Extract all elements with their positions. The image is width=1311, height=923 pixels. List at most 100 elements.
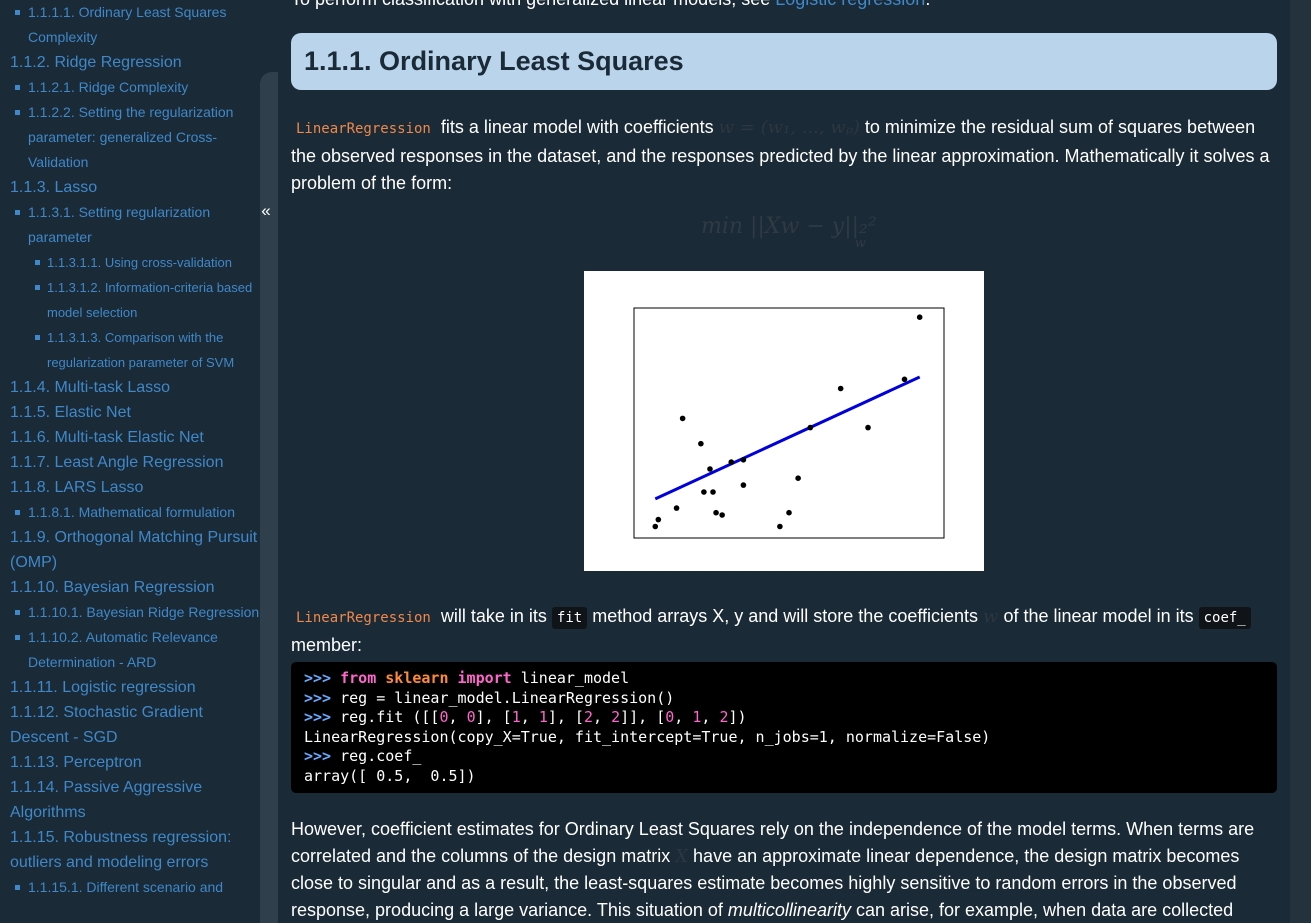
code-number: 0: [665, 708, 675, 726]
code-text: linear_model: [511, 669, 630, 687]
code-text: ]], [: [620, 708, 666, 726]
code-text: ,: [701, 708, 720, 726]
code-module: sklearn: [385, 669, 449, 687]
p2-text-2: method arrays X, y and will store the co…: [587, 606, 984, 626]
coefficients-math: w = (w₁, ..., wₚ): [718, 117, 860, 138]
toc-item[interactable]: 1.1.2.1. Ridge Complexity: [0, 75, 260, 100]
toc-item[interactable]: 1.1.12. Stochastic Gradient Descent - SG…: [0, 700, 260, 750]
section-heading: 1.1.1. Ordinary Least Squares: [291, 33, 1277, 90]
formula-main: min ||Xw − y||₂²: [701, 214, 877, 239]
code-number: 1: [511, 708, 521, 726]
toc-item[interactable]: 1.1.3.1.1. Using cross-validation: [0, 250, 260, 275]
data-point: [707, 466, 713, 472]
data-point: [740, 482, 747, 488]
toc-item[interactable]: 1.1.10.1. Bayesian Ridge Regression: [0, 600, 260, 625]
code-text: ], [: [475, 708, 512, 726]
toc-item[interactable]: 1.1.7. Least Angle Regression: [0, 450, 260, 475]
data-point: [795, 475, 801, 481]
code-text: ,: [593, 708, 612, 726]
toc-item[interactable]: 1.1.3. Lasso: [0, 175, 260, 200]
code-output: LinearRegression(copy_X=True, fit_interc…: [304, 727, 991, 746]
toc-item[interactable]: 1.1.1.1. Ordinary Least Squares Complexi…: [0, 0, 260, 50]
data-point: [901, 376, 908, 383]
code-text: ,: [448, 708, 467, 726]
code-example: >>> from sklearn import linear_model >>>…: [291, 662, 1277, 793]
data-point: [786, 509, 792, 516]
prompt: >>>: [304, 688, 341, 707]
toc-item[interactable]: 1.1.3.1.2. Information-criteria based mo…: [0, 275, 260, 325]
fit-code: fit: [551, 607, 588, 629]
p2-text-4: member:: [291, 635, 363, 655]
code-keyword: from: [340, 669, 377, 687]
data-point: [673, 505, 680, 511]
data-point: [701, 489, 707, 495]
toc-item[interactable]: 1.1.5. Elastic Net: [0, 400, 260, 425]
code-number: 0: [439, 708, 449, 726]
paragraph-fit-method: LinearRegression will take in its fit me…: [291, 603, 1277, 659]
toc-item[interactable]: 1.1.8. LARS Lasso: [0, 475, 260, 500]
x-math: X: [675, 846, 689, 867]
intro-text: To perform classification with generaliz…: [291, 0, 930, 13]
code-number: 2: [583, 708, 593, 726]
code-output: array([ 0.5, 0.5]): [304, 766, 476, 785]
toc-item[interactable]: 1.1.2.2. Setting the regularization para…: [0, 100, 260, 175]
prompt: >>>: [304, 669, 341, 687]
sidebar-nav: 1.1.1.1. Ordinary Least Squares Complexi…: [0, 0, 260, 923]
toc-item[interactable]: 1.1.4. Multi-task Lasso: [0, 375, 260, 400]
data-point: [710, 489, 716, 495]
p1-text-1: fits a linear model with coefficients: [435, 117, 719, 137]
paragraph-ols-intro: LinearRegression fits a linear model wit…: [291, 114, 1277, 197]
code-number: 2: [611, 708, 621, 726]
collapse-sidebar-icon[interactable]: «: [259, 200, 273, 222]
toc-list: 1.1.1.1. Ordinary Least Squares Complexi…: [0, 0, 260, 900]
data-point: [713, 509, 719, 516]
toc-item[interactable]: 1.1.3.1. Setting regularization paramete…: [0, 200, 260, 250]
linear-regression-link[interactable]: LinearRegression: [291, 121, 436, 137]
code-number: 0: [466, 708, 476, 726]
coef-code: coef_: [1198, 607, 1251, 629]
toc-item[interactable]: 1.1.10.2. Automatic Relevance Determinat…: [0, 625, 260, 675]
code-text: reg.coef_: [340, 747, 422, 765]
toc-item[interactable]: 1.1.3.1.3. Comparison with the regulariz…: [0, 325, 260, 375]
main-content: To perform classification with generaliz…: [291, 0, 1277, 923]
plot-frame: [633, 307, 945, 539]
toc-item[interactable]: 1.1.10. Bayesian Regression: [0, 575, 260, 600]
data-point: [698, 440, 704, 447]
data-point: [655, 516, 662, 523]
data-point: [916, 314, 923, 320]
ols-plot-figure: [584, 271, 984, 571]
logistic-regression-link[interactable]: Logistic regression: [775, 0, 925, 9]
data-point: [652, 523, 659, 530]
data-point: [807, 424, 814, 431]
p2-text-1: will take in its: [435, 606, 552, 626]
toc-item[interactable]: 1.1.15.1. Different scenario and: [0, 875, 260, 900]
toc-item[interactable]: 1.1.9. Orthogonal Matching Pursuit (OMP): [0, 525, 260, 575]
toc-item[interactable]: 1.1.13. Perceptron: [0, 750, 260, 775]
data-point: [777, 523, 783, 530]
intro-text-end: .: [925, 0, 930, 9]
code-text: ,: [674, 708, 693, 726]
data-point: [719, 512, 725, 518]
data-point: [865, 424, 871, 431]
code-keyword: import: [457, 669, 512, 687]
toc-item[interactable]: 1.1.15. Robustness regression: outliers …: [0, 825, 260, 875]
toc-item[interactable]: 1.1.11. Logistic regression: [0, 675, 260, 700]
prompt: >>>: [304, 708, 341, 726]
toc-item[interactable]: 1.1.14. Passive Aggressive Algorithms: [0, 775, 260, 825]
data-point: [728, 459, 735, 465]
data-point: [679, 415, 686, 422]
linear-regression-link-2[interactable]: LinearRegression: [291, 610, 436, 626]
code-text: reg.fit ([[: [340, 708, 440, 726]
ols-scatter-chart: [633, 307, 945, 539]
code-text: reg = linear_model.LinearRegression(): [340, 688, 675, 707]
code-text: ]): [728, 708, 747, 726]
w-math: w: [983, 606, 999, 627]
code-number: 1: [538, 708, 548, 726]
data-point: [740, 457, 747, 463]
toc-item[interactable]: 1.1.8.1. Mathematical formulation: [0, 500, 260, 525]
toc-item[interactable]: 1.1.6. Multi-task Elastic Net: [0, 425, 260, 450]
paragraph-multicollinearity: However, coefficient estimates for Ordin…: [291, 816, 1277, 923]
toc-item[interactable]: 1.1.2. Ridge Regression: [0, 50, 260, 75]
code-text: ,: [520, 708, 539, 726]
ols-formula: min ||Xw − y||₂²w: [701, 214, 888, 251]
